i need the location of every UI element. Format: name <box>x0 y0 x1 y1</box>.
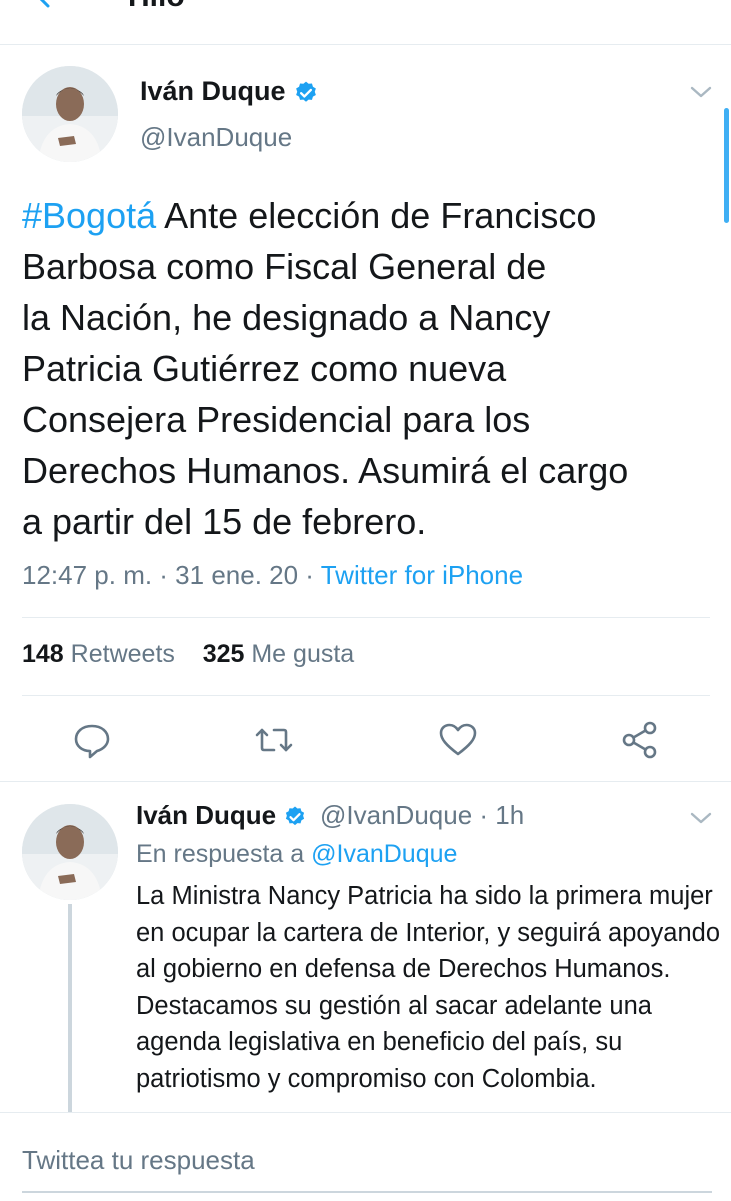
tweet-body: Ante elección de Francisco Barbosa como … <box>22 195 629 542</box>
tweet-meta: 12:47 p. m. · 31 ene. 20 · Twitter for i… <box>22 560 523 591</box>
divider <box>22 695 710 696</box>
tweet-timestamp: 12:47 p. m. · 31 ene. 20 · <box>22 560 321 590</box>
scrollbar[interactable] <box>724 108 729 223</box>
reply-icon[interactable] <box>70 718 114 762</box>
avatar[interactable] <box>22 804 118 900</box>
author-name-text: Iván Duque <box>140 76 286 106</box>
chevron-down-icon[interactable] <box>688 82 714 102</box>
tweet-text: #Bogotá Ante elección de Francisco Barbo… <box>22 190 722 547</box>
reply-text: La Ministra Nancy Patricia ha sido la pr… <box>136 882 721 1093</box>
in-reply-to: En respuesta a @IvanDuque <box>136 840 457 869</box>
reply-handle-time[interactable]: @IvanDuque · 1h <box>320 800 524 831</box>
verified-badge-icon <box>286 806 305 826</box>
retweets-label: Retweets <box>70 640 175 668</box>
likes-count: 325 <box>202 640 245 668</box>
verified-badge-icon <box>296 81 316 102</box>
likes-label: Me gusta <box>251 640 355 668</box>
reply-composer: Twittea tu respuesta <box>0 1112 731 1201</box>
chevron-down-icon[interactable] <box>688 808 714 828</box>
page-title: Hilo <box>128 0 185 14</box>
share-icon[interactable] <box>618 718 662 762</box>
divider <box>22 617 710 618</box>
back-arrow-icon[interactable] <box>26 0 66 18</box>
tweet-stats: 148 Retweets 325 Me gusta <box>22 640 354 669</box>
in-reply-prefix: En respuesta a <box>136 840 312 868</box>
tweet-source-link[interactable]: Twitter for iPhone <box>321 560 523 590</box>
in-reply-handle-link[interactable]: @IvanDuque <box>311 840 457 868</box>
top-bar: Hilo <box>0 0 731 45</box>
reply-input[interactable]: Twittea tu respuesta <box>22 1145 255 1176</box>
hashtag-link[interactable]: #Bogotá <box>22 195 156 236</box>
author-name[interactable]: Iván Duque <box>140 76 319 107</box>
input-underline <box>22 1191 712 1193</box>
author-handle[interactable]: @IvanDuque <box>140 122 292 153</box>
retweets-stat[interactable]: 148 Retweets <box>22 640 175 668</box>
likes-stat[interactable]: 325 Me gusta <box>203 640 355 668</box>
thread-line <box>68 904 72 1114</box>
reply-author-name[interactable]: Iván Duque <box>136 800 307 831</box>
retweets-count: 148 <box>22 640 64 668</box>
divider <box>0 781 731 782</box>
heart-icon[interactable] <box>436 718 480 762</box>
reply-author-name-text: Iván Duque <box>136 800 277 830</box>
retweet-icon[interactable] <box>252 718 296 762</box>
avatar[interactable] <box>22 66 118 162</box>
